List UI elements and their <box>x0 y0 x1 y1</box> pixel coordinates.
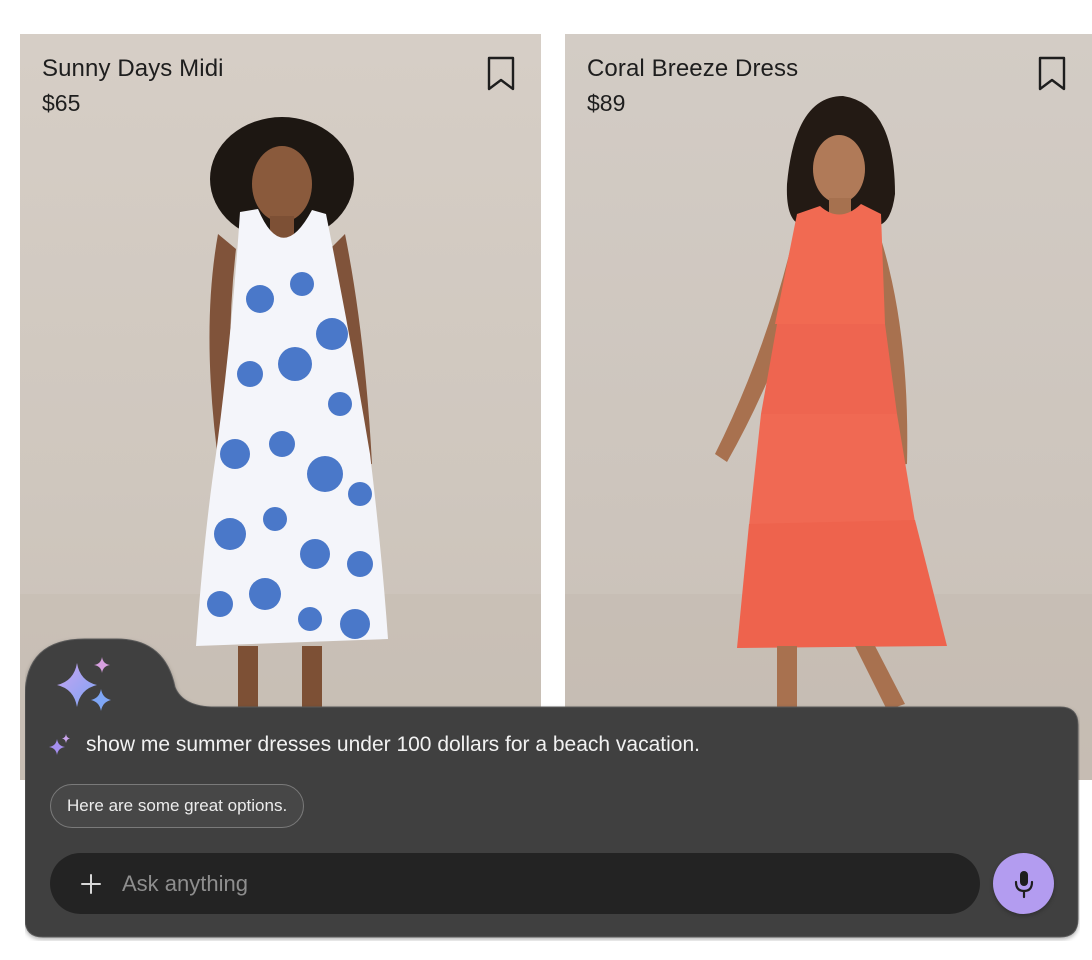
ask-input-bar[interactable] <box>50 853 980 914</box>
bookmark-icon[interactable] <box>486 56 516 92</box>
product-price: $89 <box>587 90 626 116</box>
microphone-button[interactable] <box>993 853 1054 914</box>
product-price: $65 <box>42 90 81 116</box>
prompt-text: show me summer dresses under 100 dollars… <box>86 733 700 756</box>
product-title[interactable]: Sunny Days Midi <box>42 55 224 83</box>
plus-icon[interactable] <box>80 873 102 895</box>
product-title[interactable]: Coral Breeze Dress <box>587 55 798 83</box>
microphone-icon <box>1014 870 1033 898</box>
reply-text: Here are some great options. <box>67 796 288 815</box>
bookmark-icon[interactable] <box>1037 56 1067 92</box>
sparkle-icon <box>49 734 70 755</box>
ask-input[interactable] <box>120 869 884 898</box>
user-prompt: show me summer dresses under 100 dollars… <box>48 733 700 757</box>
assistant-panel: show me summer dresses under 100 dollars… <box>25 637 1080 941</box>
assistant-reply-chip[interactable]: Here are some great options. <box>50 784 305 828</box>
sparkle-icon <box>57 657 111 711</box>
